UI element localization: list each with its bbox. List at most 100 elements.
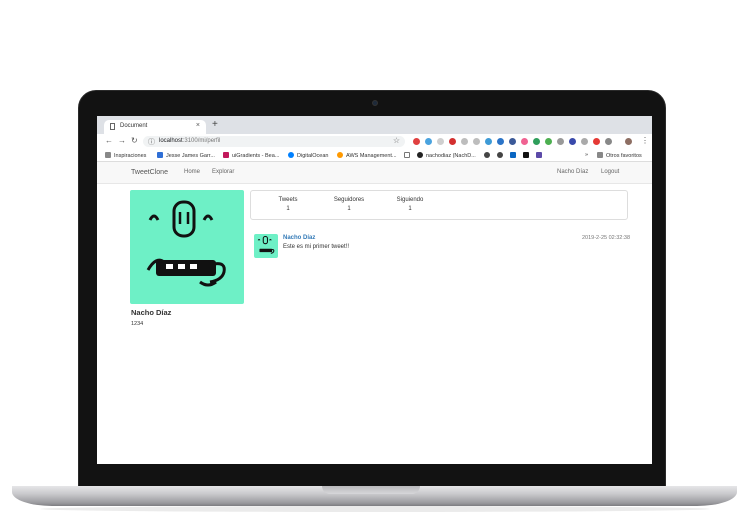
- profile-stats: Tweets 1 Seguidores 1 Siguiendo 1: [250, 190, 628, 220]
- tweet-author[interactable]: Nacho Díaz: [283, 235, 315, 241]
- bookmark-star-icon[interactable]: ☆: [393, 136, 400, 145]
- bookmark-item[interactable]: Inspiraciones: [105, 152, 146, 159]
- stat-label: Siguiendo: [396, 197, 424, 203]
- nav-home-link[interactable]: Home: [184, 169, 200, 175]
- bookmark-favicon-icon: [497, 152, 503, 158]
- extension-icon[interactable]: [557, 138, 564, 145]
- github-icon: [417, 152, 423, 158]
- extension-icon[interactable]: [437, 138, 444, 145]
- bookmark-item[interactable]: [484, 152, 493, 159]
- tab-title: Document: [120, 123, 148, 129]
- bookmark-favicon-icon: [288, 152, 294, 158]
- bookmark-favicon-icon: [223, 152, 229, 158]
- back-icon[interactable]: ←: [105, 136, 113, 145]
- logout-link[interactable]: Logout: [601, 169, 619, 175]
- folder-icon: [105, 152, 111, 158]
- bookmark-item[interactable]: DigitalOcean: [288, 152, 329, 159]
- extension-icon[interactable]: [545, 138, 552, 145]
- doc-icon: [404, 152, 410, 158]
- nav-explorar-link[interactable]: Explorar: [212, 169, 234, 175]
- info-icon[interactable]: ⓘ: [148, 137, 155, 147]
- extension-icon[interactable]: [473, 138, 480, 145]
- profile-avatar: [130, 190, 244, 304]
- bookmark-item[interactable]: uiGradients - Bea...: [223, 152, 279, 159]
- site-navbar: TweetClone Home Explorar Nacho Díaz Logo…: [97, 162, 652, 184]
- bookmark-favicon-icon: [157, 152, 163, 158]
- other-bookmarks-label: Otros favoritos: [606, 153, 642, 159]
- bookmark-favicon-icon: [337, 152, 343, 158]
- extension-icon[interactable]: [497, 138, 504, 145]
- new-tab-button[interactable]: +: [212, 119, 218, 130]
- bookmark-label: nachodiaz (NachD...: [426, 153, 476, 159]
- extension-icon[interactable]: [509, 138, 516, 145]
- extension-icon[interactable]: [593, 138, 600, 145]
- bookmark-item[interactable]: Jesse James Garr...: [157, 152, 215, 159]
- bookmark-label: Jesse James Garr...: [166, 153, 215, 159]
- monster-face-icon: [257, 236, 275, 254]
- bookmark-item[interactable]: [497, 152, 506, 159]
- stat-siguiendo[interactable]: Siguiendo 1: [380, 197, 440, 212]
- tweet-text: Este es mi primer tweet!!: [283, 244, 350, 250]
- medium-icon: [523, 152, 529, 158]
- extension-icon[interactable]: [605, 138, 612, 145]
- extension-icon[interactable]: [449, 138, 456, 145]
- extension-icon[interactable]: [413, 138, 420, 145]
- laptop-notch: [322, 486, 420, 494]
- bookmark-label: AWS Management...: [346, 153, 397, 159]
- address-bar[interactable]: ⓘ localhost:3100/mi/perfil ☆: [143, 136, 405, 147]
- bookmark-favicon-icon: [484, 152, 490, 158]
- browser-toolbar: ← → ↻ ⓘ localhost:3100/mi/perfil ☆ ⋮: [97, 134, 652, 149]
- bookmark-favicon-icon: [536, 152, 542, 158]
- folder-icon: [597, 152, 603, 158]
- reload-icon[interactable]: ↻: [131, 136, 138, 145]
- tweet-avatar[interactable]: [254, 234, 278, 258]
- linkedin-icon: [510, 152, 516, 158]
- bookmark-item[interactable]: [510, 152, 519, 159]
- bookmark-item[interactable]: AWS Management...: [337, 152, 397, 159]
- brand-link[interactable]: TweetClone: [131, 169, 168, 176]
- extension-icon[interactable]: [461, 138, 468, 145]
- bookmark-item[interactable]: [404, 152, 413, 159]
- webcam: [372, 100, 378, 106]
- stat-label: Seguidores: [333, 197, 365, 203]
- extension-icon[interactable]: [425, 138, 432, 145]
- profile-avatar-icon[interactable]: [625, 138, 632, 145]
- stat-label: Tweets: [278, 197, 298, 203]
- bookmark-item[interactable]: nachodiaz (NachD...: [417, 152, 476, 159]
- forward-icon[interactable]: →: [118, 136, 126, 145]
- stat-value: 1: [347, 206, 351, 212]
- nav-user-link[interactable]: Nacho Díaz: [557, 169, 588, 175]
- bookmark-item[interactable]: [536, 152, 545, 159]
- extension-icon[interactable]: [533, 138, 540, 145]
- bookmarks-bar: Inspiraciones Jesse James Garr... uiGrad…: [97, 149, 652, 162]
- document-icon: [110, 123, 115, 130]
- other-bookmarks[interactable]: Otros favoritos: [597, 152, 642, 159]
- url-host: localhost: [159, 138, 183, 144]
- bookmark-label: uiGradients - Bea...: [232, 153, 280, 159]
- tab-strip: Document × +: [97, 116, 652, 134]
- tweet-item: Nacho Díaz Este es mi primer tweet!! 201…: [254, 233, 630, 263]
- screen: Document × + ← → ↻ ⓘ localhost:3100/mi/p…: [97, 116, 652, 464]
- bookmark-label: Inspiraciones: [114, 153, 147, 159]
- stat-value: 1: [408, 206, 412, 212]
- tweet-date: 2019-2-25 02:32:38: [581, 235, 630, 241]
- profile-name: Nacho Díaz: [131, 308, 172, 317]
- stat-seguidores[interactable]: Seguidores 1: [319, 197, 379, 212]
- url-path: :3100/mi/perfil: [182, 138, 221, 144]
- menu-icon[interactable]: ⋮: [641, 136, 649, 145]
- stat-tweets[interactable]: Tweets 1: [258, 197, 318, 212]
- bookmark-item[interactable]: [523, 152, 532, 159]
- bookmark-label: DigitalOcean: [297, 153, 329, 159]
- extension-icon[interactable]: [485, 138, 492, 145]
- tab-document[interactable]: Document ×: [104, 120, 206, 134]
- bookmarks-more-button[interactable]: »: [585, 152, 588, 158]
- stat-value: 1: [286, 206, 290, 212]
- url-text: localhost:3100/mi/perfil: [159, 138, 220, 144]
- extension-icon[interactable]: [521, 138, 528, 145]
- extension-icon[interactable]: [581, 138, 588, 145]
- extension-icon[interactable]: [569, 138, 576, 145]
- monster-face-icon: [146, 200, 226, 287]
- tab-close-button[interactable]: ×: [196, 122, 200, 129]
- laptop-shadow: [40, 506, 710, 512]
- profile-handle: 1234: [131, 321, 144, 327]
